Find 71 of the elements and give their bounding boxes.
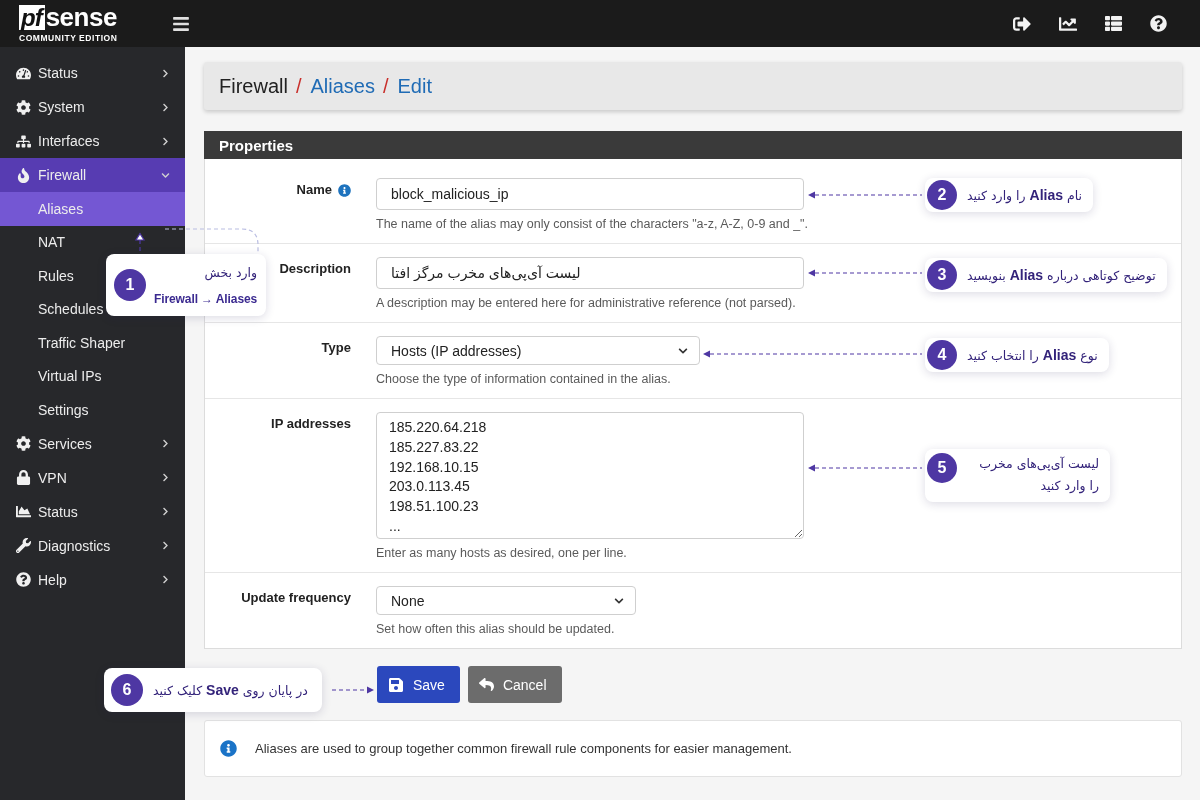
help-text: Set how often this alias should be updated. (376, 621, 615, 637)
sidebar-item[interactable]: Services (0, 426, 185, 461)
sidebar-item[interactable]: VPN (0, 460, 185, 495)
field-label: Type (321, 340, 351, 356)
help-icon (15, 572, 31, 587)
help-text: The name of the alias may only consist of the characters "a-z, A-Z, 0-9 and _". (376, 216, 808, 232)
dropdown[interactable]: None (376, 586, 636, 615)
flame-icon (15, 167, 31, 183)
sidebar-item[interactable]: Status (0, 56, 185, 90)
sidebar-item[interactable]: Aliases (0, 192, 185, 226)
sidebar-item[interactable]: Diagnostics (0, 528, 185, 563)
info-icon (220, 740, 237, 757)
help-text: Enter as many hosts as desired, one per line. (376, 545, 627, 561)
sidebar-item[interactable]: Virtual IPs (0, 359, 185, 393)
breadcrumb-text: Firewall (219, 74, 288, 98)
logo-edition: COMMUNITY EDITION (19, 33, 118, 43)
field-label: Name (296, 182, 332, 198)
line-chart-icon[interactable] (1059, 14, 1077, 33)
lock-icon (15, 470, 31, 485)
reply-arrow-icon (478, 677, 494, 692)
field-label: Update frequency (241, 590, 351, 606)
gear-icon (15, 99, 31, 115)
callout-text: لیست آی‌پی‌های مخرب را وارد کنید (978, 455, 1099, 496)
breadcrumb-separator: / (295, 74, 302, 98)
callout-text: وارد بخش (204, 264, 258, 283)
sidebar-item[interactable]: NAT (0, 225, 185, 259)
sidebar-item[interactable]: Settings (0, 393, 185, 427)
gear-icon (15, 436, 31, 451)
dropdown[interactable]: Hosts (IP addresses) (376, 336, 700, 365)
info-text: Aliases are used to group together common firewall rule components for easier management. (255, 741, 792, 756)
sidebar-item[interactable]: Firewall (0, 158, 185, 192)
sitemap-icon (15, 133, 31, 149)
step-number: 6 (111, 674, 143, 706)
sidebar-item[interactable]: System (0, 90, 185, 124)
help-text: A description may be entered here for administrative reference (not parsed). (376, 295, 796, 311)
field-label: Description (279, 261, 351, 277)
menu-icon[interactable] (172, 14, 190, 33)
textarea-field[interactable]: 185.220.64.218 185.227.83.22 192.168.10.15 203.0.113.45 198.51.100.23 ... (376, 412, 804, 539)
step-number: 4 (927, 340, 957, 370)
save-button[interactable]: Save (377, 666, 460, 703)
panel-title: Properties (204, 131, 1182, 159)
breadcrumb-link[interactable]: Edit (397, 74, 432, 98)
field-label: IP addresses (271, 416, 351, 432)
logo-wordmark: sense (45, 4, 117, 30)
area-chart-icon (15, 504, 31, 519)
list-icon[interactable] (1105, 15, 1122, 32)
step-number: 3 (927, 260, 957, 290)
sidebar-item[interactable]: Status (0, 494, 185, 529)
wrench-icon (15, 538, 31, 553)
text-field[interactable]: block_malicious_ip (376, 178, 804, 210)
caret-icon (614, 595, 624, 606)
text-field[interactable]: لیست آی‌پی‌های مخرب مرگز افتا (376, 257, 804, 289)
step-number: 2 (927, 180, 957, 210)
logo-mark: pf (19, 4, 45, 30)
dashed-arrow-tooltip (332, 685, 374, 695)
dashed-arrow-tooltip (135, 233, 145, 253)
help-icon[interactable] (1150, 15, 1167, 32)
breadcrumb-link[interactable]: Aliases (310, 74, 375, 98)
sidebar-item[interactable]: Interfaces (0, 124, 185, 158)
caret-icon (678, 345, 688, 356)
callout-subtext: Firewall → Aliases (154, 292, 258, 307)
step-number: 1 (114, 268, 146, 301)
sidebar-item[interactable]: Traffic Shaper (0, 326, 185, 360)
step-number: 5 (927, 453, 957, 483)
gauge-icon (15, 65, 31, 81)
cancel-button[interactable]: Cancel (467, 666, 562, 703)
sidebar-item[interactable]: Help (0, 562, 185, 597)
help-text: Choose the type of information contained in the alias. (376, 371, 671, 387)
logout-icon[interactable] (1013, 14, 1031, 33)
info-icon[interactable] (338, 183, 351, 197)
breadcrumb-separator: / (382, 74, 389, 98)
